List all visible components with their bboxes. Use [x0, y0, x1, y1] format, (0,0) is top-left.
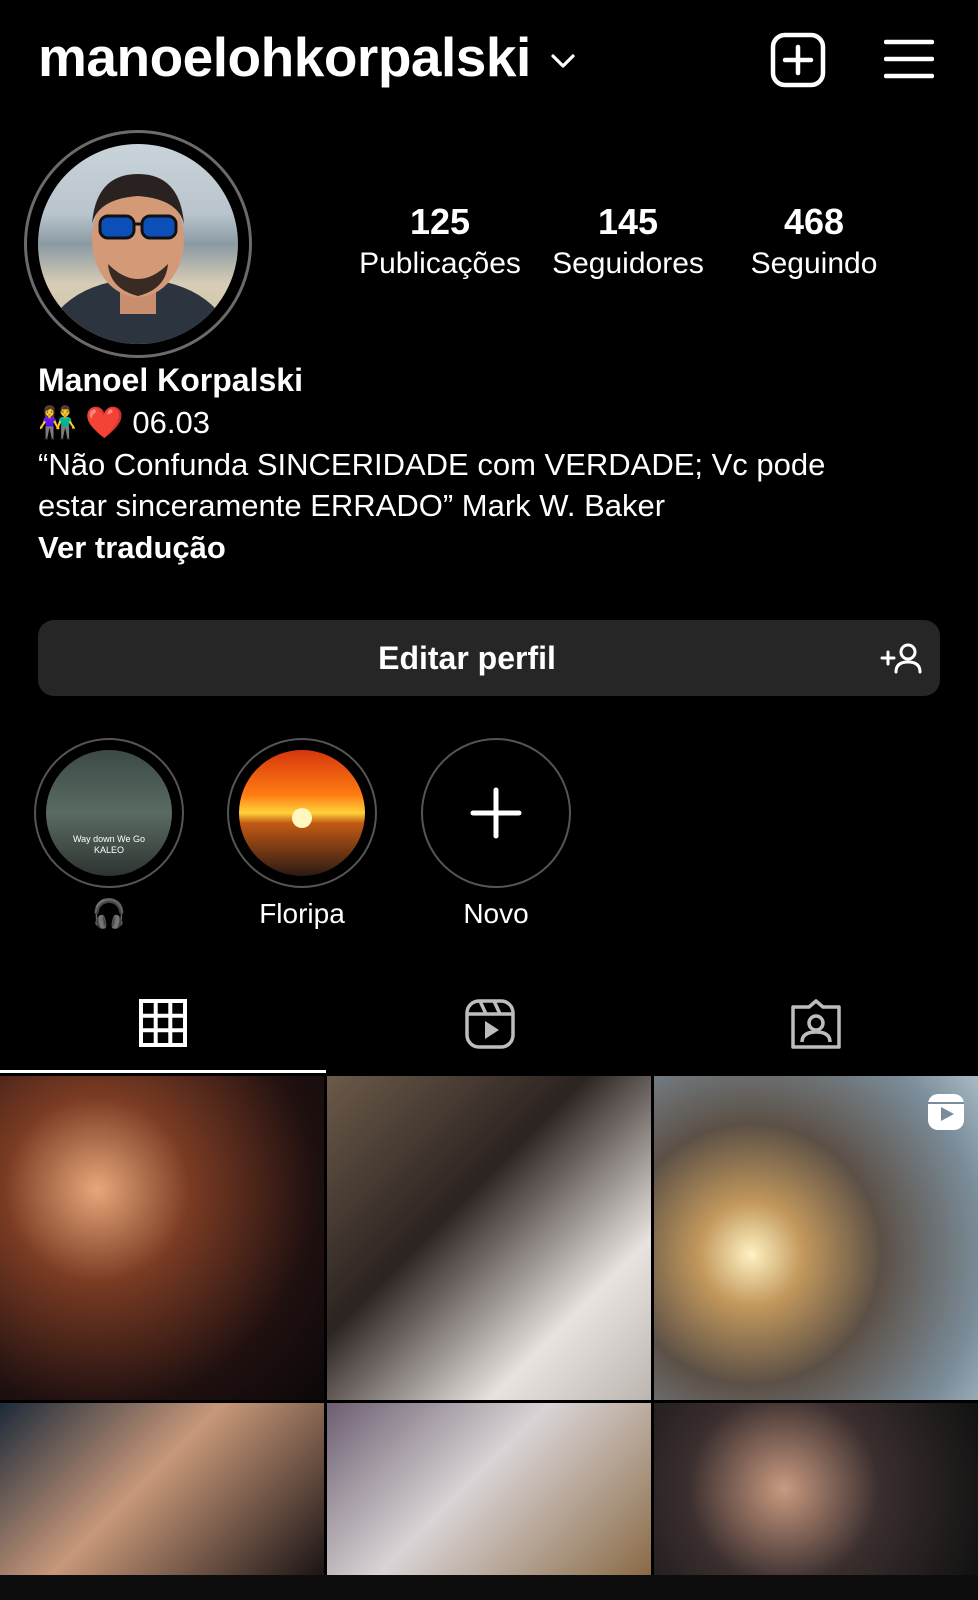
bio-line: 👫 ❤️ 06.03: [38, 405, 210, 440]
stat-followers[interactable]: 145 Seguidores: [538, 200, 718, 284]
stat-posts[interactable]: 125 Publicações: [350, 200, 530, 284]
discover-people-button[interactable]: [864, 620, 940, 696]
highlight-cover-caption: KALEO: [93, 845, 124, 855]
following-count: 468: [783, 201, 845, 242]
content-tabs: [0, 980, 978, 1074]
highlight-label: Novo: [463, 898, 529, 929]
posts-label: Publicações: [359, 247, 521, 280]
post-thumbnail[interactable]: [0, 1076, 324, 1400]
profile-name: Manoel Korpalski: [38, 362, 303, 398]
plus-icon: [470, 787, 522, 839]
new-highlight-button[interactable]: Novo: [421, 738, 571, 932]
bottom-edge: [0, 1575, 978, 1600]
following-label: Seguindo: [750, 247, 878, 280]
stat-following[interactable]: 468 Seguindo: [724, 200, 904, 284]
bio-line: estar sinceramente ERRADO” Mark W. Baker: [38, 488, 666, 523]
highlight-ring: [421, 738, 571, 888]
create-post-icon[interactable]: [770, 32, 826, 88]
chevron-down-icon[interactable]: [548, 46, 578, 76]
followers-label: Seguidores: [552, 247, 704, 280]
username-switcher[interactable]: manoelohkorpalski: [38, 24, 531, 90]
avatar-photo: [43, 174, 233, 344]
post-thumbnail[interactable]: [327, 1403, 651, 1575]
avatar[interactable]: [38, 144, 238, 344]
active-tab-indicator: [0, 1070, 326, 1073]
tab-reels[interactable]: [326, 980, 652, 1074]
post-thumbnail[interactable]: [654, 1403, 978, 1575]
highlight-cover-caption: Way down We Go: [72, 834, 146, 844]
grid-icon: [139, 999, 187, 1047]
post-thumbnail[interactable]: [654, 1076, 978, 1400]
reels-badge-icon: [928, 1094, 964, 1130]
edit-profile-button[interactable]: Editar perfil: [38, 620, 896, 696]
posts-count: 125: [409, 201, 471, 242]
bio-line: “Não Confunda SINCERIDADE com VERDADE; V…: [38, 447, 826, 482]
followers-count: 145: [597, 201, 659, 242]
top-bar: manoelohkorpalski: [0, 0, 978, 120]
highlight-label: Floripa: [259, 898, 345, 929]
sun-shape: [292, 808, 312, 828]
highlight-cover: Way down We Go KALEO: [46, 750, 172, 876]
add-person-icon: [880, 643, 922, 674]
highlight-floripa[interactable]: Floripa: [227, 738, 377, 932]
post-thumbnail[interactable]: [327, 1076, 651, 1400]
highlight-music[interactable]: Way down We Go KALEO 🎧: [34, 738, 184, 932]
highlight-ring: [227, 738, 377, 888]
post-thumbnail[interactable]: [0, 1403, 324, 1575]
see-translation-link[interactable]: Ver tradução: [38, 527, 226, 569]
reels-icon: [465, 999, 515, 1049]
menu-icon[interactable]: [884, 38, 934, 80]
tab-tagged[interactable]: [652, 980, 978, 1074]
headphones-icon: 🎧: [91, 898, 127, 929]
tab-posts[interactable]: [0, 980, 326, 1074]
highlight-cover: [239, 750, 365, 876]
highlight-ring: Way down We Go KALEO: [34, 738, 184, 888]
tagged-icon: [791, 999, 841, 1049]
